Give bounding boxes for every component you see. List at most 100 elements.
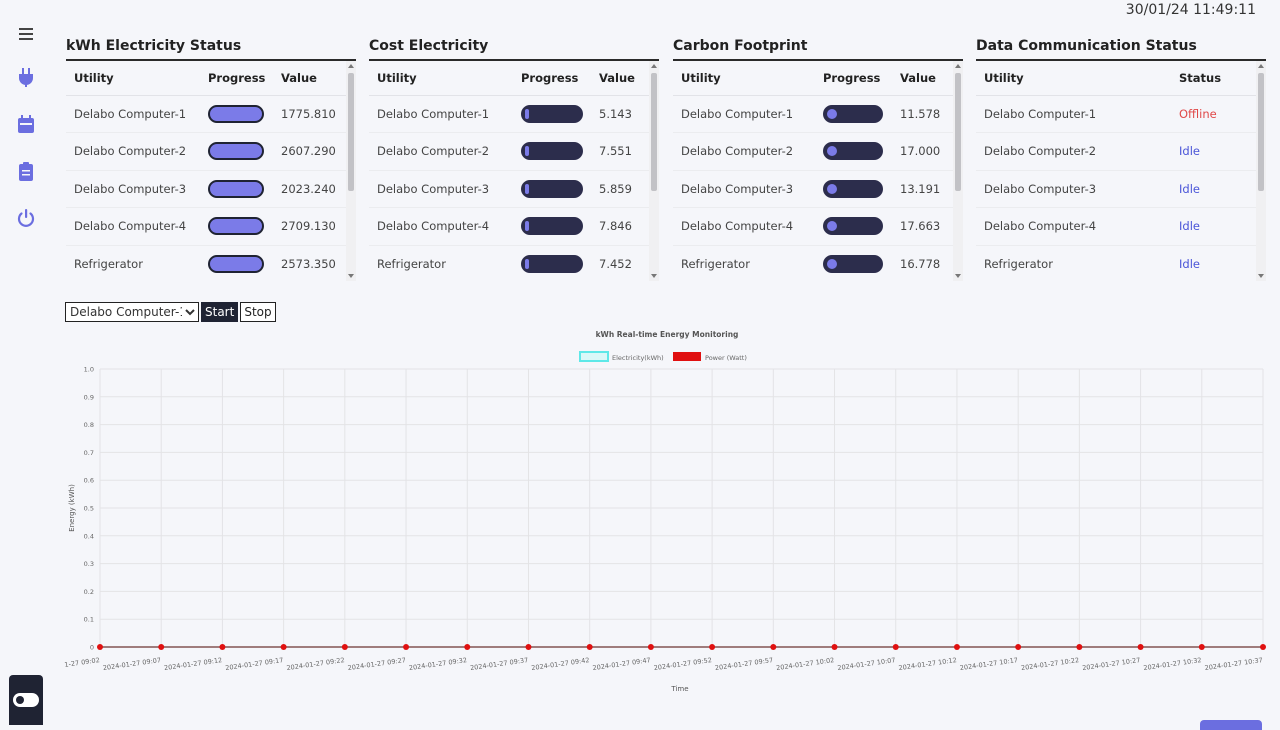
x-tick-label: 2024-01-27 09:27 — [347, 656, 406, 672]
x-tick-label: 2024-01-27 10:37 — [1204, 656, 1263, 672]
power-icon[interactable] — [15, 207, 37, 229]
power-data-point — [586, 644, 593, 650]
value-cell: 2023.240 — [273, 170, 356, 208]
progress-bar — [208, 217, 264, 236]
y-tick-label: 1.0 — [84, 366, 94, 374]
comm-table-wrap: Utility Status Delabo Computer-1 Offline … — [976, 61, 1266, 281]
legend-label: Power (Watt) — [705, 354, 747, 362]
x-axis-label: Time — [670, 685, 688, 693]
table-row: Delabo Computer-1 Offline — [976, 95, 1266, 133]
theme-toggle-button[interactable] — [9, 675, 43, 725]
power-data-point — [97, 644, 103, 650]
device-select[interactable]: Delabo Computer-1 — [65, 302, 199, 322]
col-header-utility: Utility — [673, 61, 815, 96]
progress-bar — [823, 254, 883, 273]
progress-bar — [823, 142, 883, 161]
utility-cell: Refrigerator — [976, 245, 1171, 281]
cost-table-wrap: Utility Progress Value Delabo Computer-1… — [369, 61, 659, 281]
carbon-panel: Carbon Footprint Utility Progress Value … — [673, 36, 963, 281]
x-tick-label: 1-27 09:02 — [64, 656, 100, 669]
progress-bar — [521, 254, 583, 273]
table-row: Delabo Computer-1 11.578 — [673, 95, 963, 133]
progress-bar — [208, 104, 264, 123]
x-tick-label: 2024-01-27 10:02 — [776, 656, 835, 672]
legend-swatch — [673, 352, 701, 361]
menu-icon[interactable] — [15, 23, 37, 45]
x-tick-label: 2024-01-27 09:12 — [164, 656, 223, 672]
col-header-utility: Utility — [976, 61, 1171, 96]
value-cell: 2573.350 — [273, 245, 356, 281]
utility-cell: Delabo Computer-3 — [369, 170, 513, 208]
status-cell: Idle — [1171, 245, 1266, 281]
x-tick-label: 2024-01-27 09:52 — [653, 656, 712, 672]
y-tick-label: 0.1 — [84, 616, 94, 624]
legend-label: Electricity(kWh) — [612, 354, 664, 362]
x-tick-label: 2024-01-27 09:57 — [714, 656, 773, 672]
status-cell: Offline — [1171, 95, 1266, 133]
carbon-table: Utility Progress Value Delabo Computer-1… — [673, 61, 963, 281]
toggle-icon — [13, 693, 39, 707]
kwh-panel: kWh Electricity Status Utility Progress … — [66, 36, 356, 281]
table-row: Delabo Computer-1 5.143 — [369, 95, 659, 133]
progress-bar — [521, 142, 583, 161]
progress-bar — [521, 104, 583, 123]
x-tick-label: 2024-01-27 09:22 — [286, 656, 345, 672]
utility-cell: Refrigerator — [673, 245, 815, 281]
utility-cell: Delabo Computer-2 — [369, 132, 513, 171]
col-header-progress: Progress — [200, 61, 273, 96]
utility-cell: Delabo Computer-4 — [369, 207, 513, 246]
utility-cell: Delabo Computer-2 — [673, 132, 815, 171]
x-tick-label: 2024-01-27 10:27 — [1082, 656, 1141, 672]
x-tick-label: 2024-01-27 09:07 — [102, 656, 161, 672]
utility-cell: Refrigerator — [66, 245, 200, 281]
utility-cell: Delabo Computer-1 — [66, 95, 200, 133]
x-tick-label: 2024-01-27 09:32 — [408, 656, 467, 672]
start-button[interactable]: Start — [201, 302, 239, 322]
calendar-icon[interactable] — [15, 113, 37, 135]
energy-chart: kWh Real-time Energy Monitoring Electrici… — [64, 330, 1266, 693]
utility-cell: Delabo Computer-3 — [976, 170, 1171, 208]
utility-cell: Delabo Computer-2 — [66, 132, 200, 171]
table-row: Delabo Computer-3 5.859 — [369, 170, 659, 208]
scrollbar[interactable] — [1256, 61, 1266, 281]
utility-cell: Refrigerator — [369, 245, 513, 281]
power-data-point — [1260, 644, 1266, 650]
y-tick-label: 0.6 — [84, 477, 94, 485]
stop-button[interactable]: Stop — [240, 302, 276, 322]
table-row: Delabo Computer-2 Idle — [976, 132, 1266, 171]
progress-bar — [823, 179, 883, 198]
progress-bar — [208, 179, 264, 198]
x-tick-label: 2024-01-27 10:17 — [959, 656, 1018, 672]
utility-cell: Delabo Computer-4 — [976, 207, 1171, 246]
table-row: Delabo Computer-1 1775.810 — [66, 95, 356, 133]
scrollbar[interactable] — [346, 61, 356, 281]
progress-bar — [521, 179, 583, 198]
scrollbar[interactable] — [649, 61, 659, 281]
status-cell: Idle — [1171, 132, 1266, 171]
sidebar — [0, 0, 52, 725]
panel-title: kWh Electricity Status — [66, 36, 356, 61]
scrollbar[interactable] — [953, 61, 963, 281]
clipboard-icon[interactable] — [15, 160, 37, 182]
utility-cell: Delabo Computer-4 — [673, 207, 815, 246]
col-header-value: Value — [273, 61, 356, 96]
y-axis-label: Energy (kWh) — [68, 484, 76, 532]
table-row: Delabo Computer-4 7.846 — [369, 207, 659, 246]
comm-panel: Data Communication Status Utility Status… — [976, 36, 1266, 281]
power-data-point — [1015, 644, 1022, 650]
clock: 30/01/24 11:49:11 — [1125, 2, 1256, 18]
x-tick-label: 2024-01-27 10:12 — [898, 656, 957, 672]
cost-panel: Cost Electricity Utility Progress Value … — [369, 36, 659, 281]
table-row: Delabo Computer-4 17.663 — [673, 207, 963, 246]
value-cell: 2709.130 — [273, 207, 356, 246]
x-tick-label: 2024-01-27 10:07 — [837, 656, 896, 672]
power-data-point — [219, 644, 226, 650]
carbon-table-wrap: Utility Progress Value Delabo Computer-1… — [673, 61, 963, 281]
power-data-point — [525, 644, 532, 650]
bottom-action-button[interactable] — [1200, 720, 1262, 730]
utility-cell: Delabo Computer-1 — [673, 95, 815, 133]
plug-icon[interactable] — [15, 66, 37, 88]
kwh-table-wrap: Utility Progress Value Delabo Computer-1… — [66, 61, 356, 281]
power-data-point — [647, 644, 654, 650]
table-row: Delabo Computer-2 7.551 — [369, 132, 659, 171]
